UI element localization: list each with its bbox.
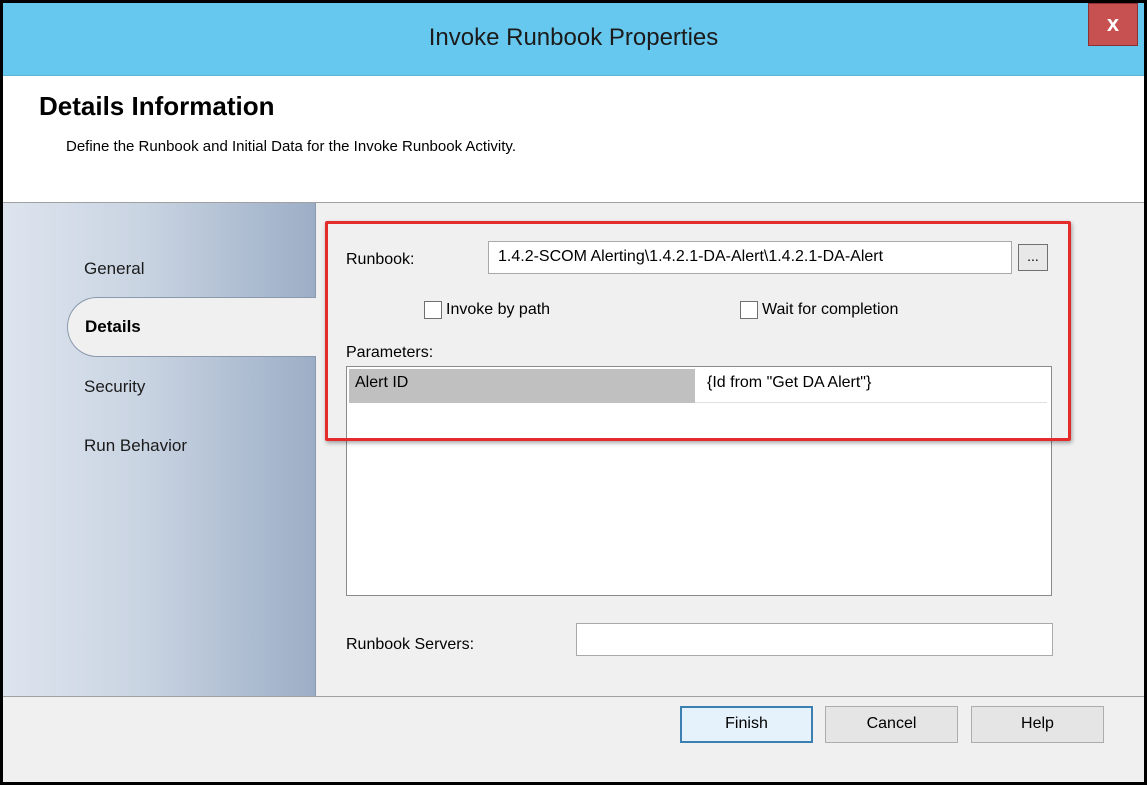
title-bar[interactable]: Invoke Runbook Properties x: [3, 3, 1144, 76]
sidebar-item-details-label: Details: [85, 317, 141, 336]
header-title: Details Information: [39, 91, 275, 121]
sidebar-item-run-behavior[interactable]: Run Behavior: [84, 436, 187, 456]
runbook-label: Runbook:: [346, 251, 415, 268]
parameters-label: Parameters:: [346, 344, 434, 361]
help-button[interactable]: Help: [971, 706, 1104, 743]
cancel-button[interactable]: Cancel: [825, 706, 958, 743]
finish-button[interactable]: Finish: [680, 706, 813, 743]
table-row[interactable]: Alert ID {Id from "Get DA Alert"}: [349, 369, 1049, 403]
wait-for-completion-label: Wait for completion: [762, 301, 899, 318]
parameter-value-cell[interactable]: {Id from "Get DA Alert"}: [695, 369, 1047, 403]
sidebar-item-general[interactable]: General: [84, 259, 144, 279]
parameter-name-cell[interactable]: Alert ID: [349, 369, 695, 403]
sidebar-item-details[interactable]: Details: [67, 297, 319, 357]
close-button[interactable]: x: [1088, 3, 1138, 46]
dialog-window: Invoke Runbook Properties x Details Info…: [0, 0, 1147, 785]
window-title: Invoke Runbook Properties: [428, 24, 719, 51]
checkbox-box[interactable]: [424, 301, 442, 319]
header-description: Define the Runbook and Initial Data for …: [66, 138, 516, 155]
sidebar-item-security[interactable]: Security: [84, 377, 145, 397]
runbook-servers-label: Runbook Servers:: [346, 636, 475, 653]
header-panel: Details Information Define the Runbook a…: [3, 76, 1144, 203]
runbook-servers-field[interactable]: [576, 623, 1053, 656]
parameters-grid[interactable]: Alert ID {Id from "Get DA Alert"}: [346, 366, 1052, 596]
invoke-by-path-checkbox[interactable]: Invoke by path: [424, 301, 550, 319]
browse-runbook-button[interactable]: ...: [1018, 244, 1048, 271]
checkbox-box[interactable]: [740, 301, 758, 319]
runbook-field[interactable]: 1.4.2-SCOM Alerting\1.4.2.1-DA-Alert\1.4…: [488, 241, 1012, 274]
invoke-by-path-label: Invoke by path: [446, 301, 551, 318]
wait-for-completion-checkbox[interactable]: Wait for completion: [740, 301, 898, 319]
